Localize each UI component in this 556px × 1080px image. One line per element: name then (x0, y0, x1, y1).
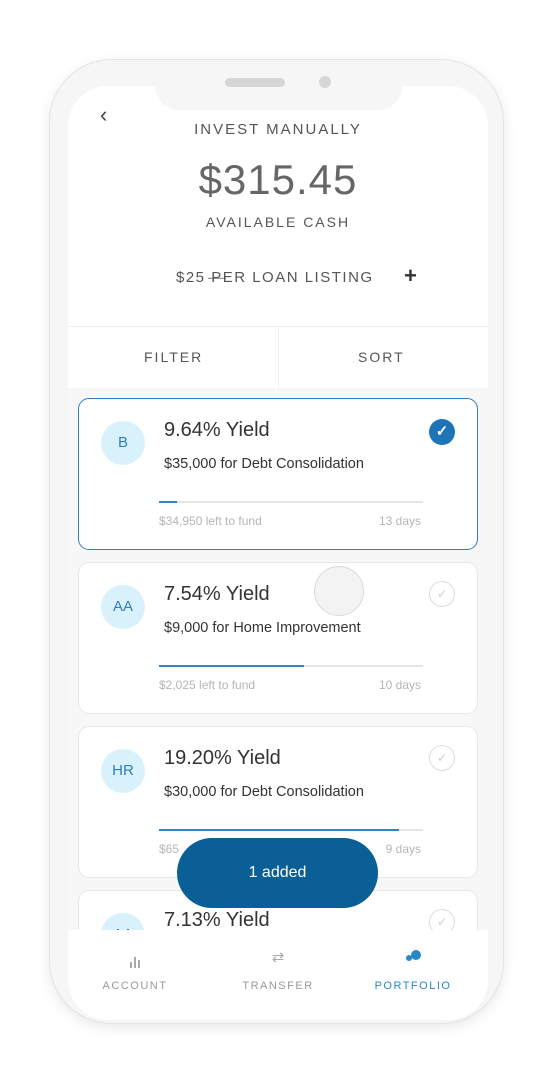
page-title: INVEST MANUALLY (194, 121, 362, 138)
tab-label: ACCOUNT (102, 980, 168, 992)
unchecked-icon[interactable]: ✓ (429, 909, 455, 930)
available-cash-label: AVAILABLE CASH (205, 214, 351, 230)
speaker (225, 78, 285, 87)
funding-progress (159, 665, 423, 667)
left-to-fund: $34,950 left to fund (159, 514, 262, 528)
funding-progress-fill (159, 665, 305, 667)
filter-button[interactable]: FILTER (144, 349, 203, 365)
funding-progress-fill (159, 829, 400, 831)
transfer-icon: ⇄ (271, 949, 285, 966)
phone-notch (155, 60, 402, 110)
loan-description: $30,000 for Debt Consolidation (164, 784, 364, 800)
filter-sort-bar: FILTER SORT (68, 326, 488, 388)
checked-icon[interactable]: ✓ (429, 419, 455, 445)
grade-badge: HR (101, 749, 145, 793)
tab-transfer[interactable]: ⇄ TRANSFER (218, 948, 338, 992)
days-remaining: 13 days (378, 514, 421, 528)
touch-indicator (314, 566, 364, 616)
loan-card[interactable]: B 9.64% Yield $35,000 for Debt Consolida… (78, 398, 478, 550)
divider (278, 327, 279, 388)
loan-card[interactable]: AA 7.54% Yield $9,000 for Home Improveme… (78, 562, 478, 714)
per-loan-label: $25 PER LOAN LISTING (176, 269, 374, 286)
days-remaining: 9 days (385, 842, 421, 856)
grade-badge: B (101, 421, 145, 465)
added-toast[interactable]: 1 added (177, 838, 378, 908)
unchecked-icon[interactable]: ✓ (429, 581, 455, 607)
tab-account[interactable]: ACCOUNT (75, 948, 195, 992)
portfolio-icon (353, 948, 473, 968)
left-to-fund: $65 (159, 842, 180, 856)
loan-description: $9,000 for Home Improvement (164, 620, 361, 636)
increase-button[interactable]: + (404, 265, 417, 287)
funding-progress-fill (159, 501, 178, 503)
tab-portfolio[interactable]: PORTFOLIO (353, 948, 473, 992)
grade-badge: AA (101, 913, 145, 930)
funding-progress (159, 829, 423, 831)
days-remaining: 10 days (378, 678, 421, 692)
loan-yield: 7.54% Yield (164, 583, 270, 605)
funding-progress (159, 501, 423, 503)
per-loan-stepper: — $25 PER LOAN LISTING + (68, 265, 488, 288)
unchecked-icon[interactable]: ✓ (429, 745, 455, 771)
grade-badge: AA (101, 585, 145, 629)
loan-yield: 19.20% Yield (164, 747, 281, 769)
bar-chart-icon (75, 948, 195, 968)
tab-label: TRANSFER (242, 980, 314, 992)
loan-description: $35,000 for Debt Consolidation (164, 456, 364, 472)
loan-yield: 9.64% Yield (164, 419, 270, 441)
available-cash-amount: $315.45 (198, 156, 358, 203)
left-to-fund: $2,025 left to fund (159, 678, 256, 692)
tab-label: PORTFOLIO (374, 980, 452, 992)
loan-yield: 7.13% Yield (164, 909, 270, 930)
bottom-tab-bar: ACCOUNT ⇄ TRANSFER PORTFOLIO (68, 930, 488, 1020)
sort-button[interactable]: SORT (358, 349, 405, 365)
camera (319, 76, 331, 88)
